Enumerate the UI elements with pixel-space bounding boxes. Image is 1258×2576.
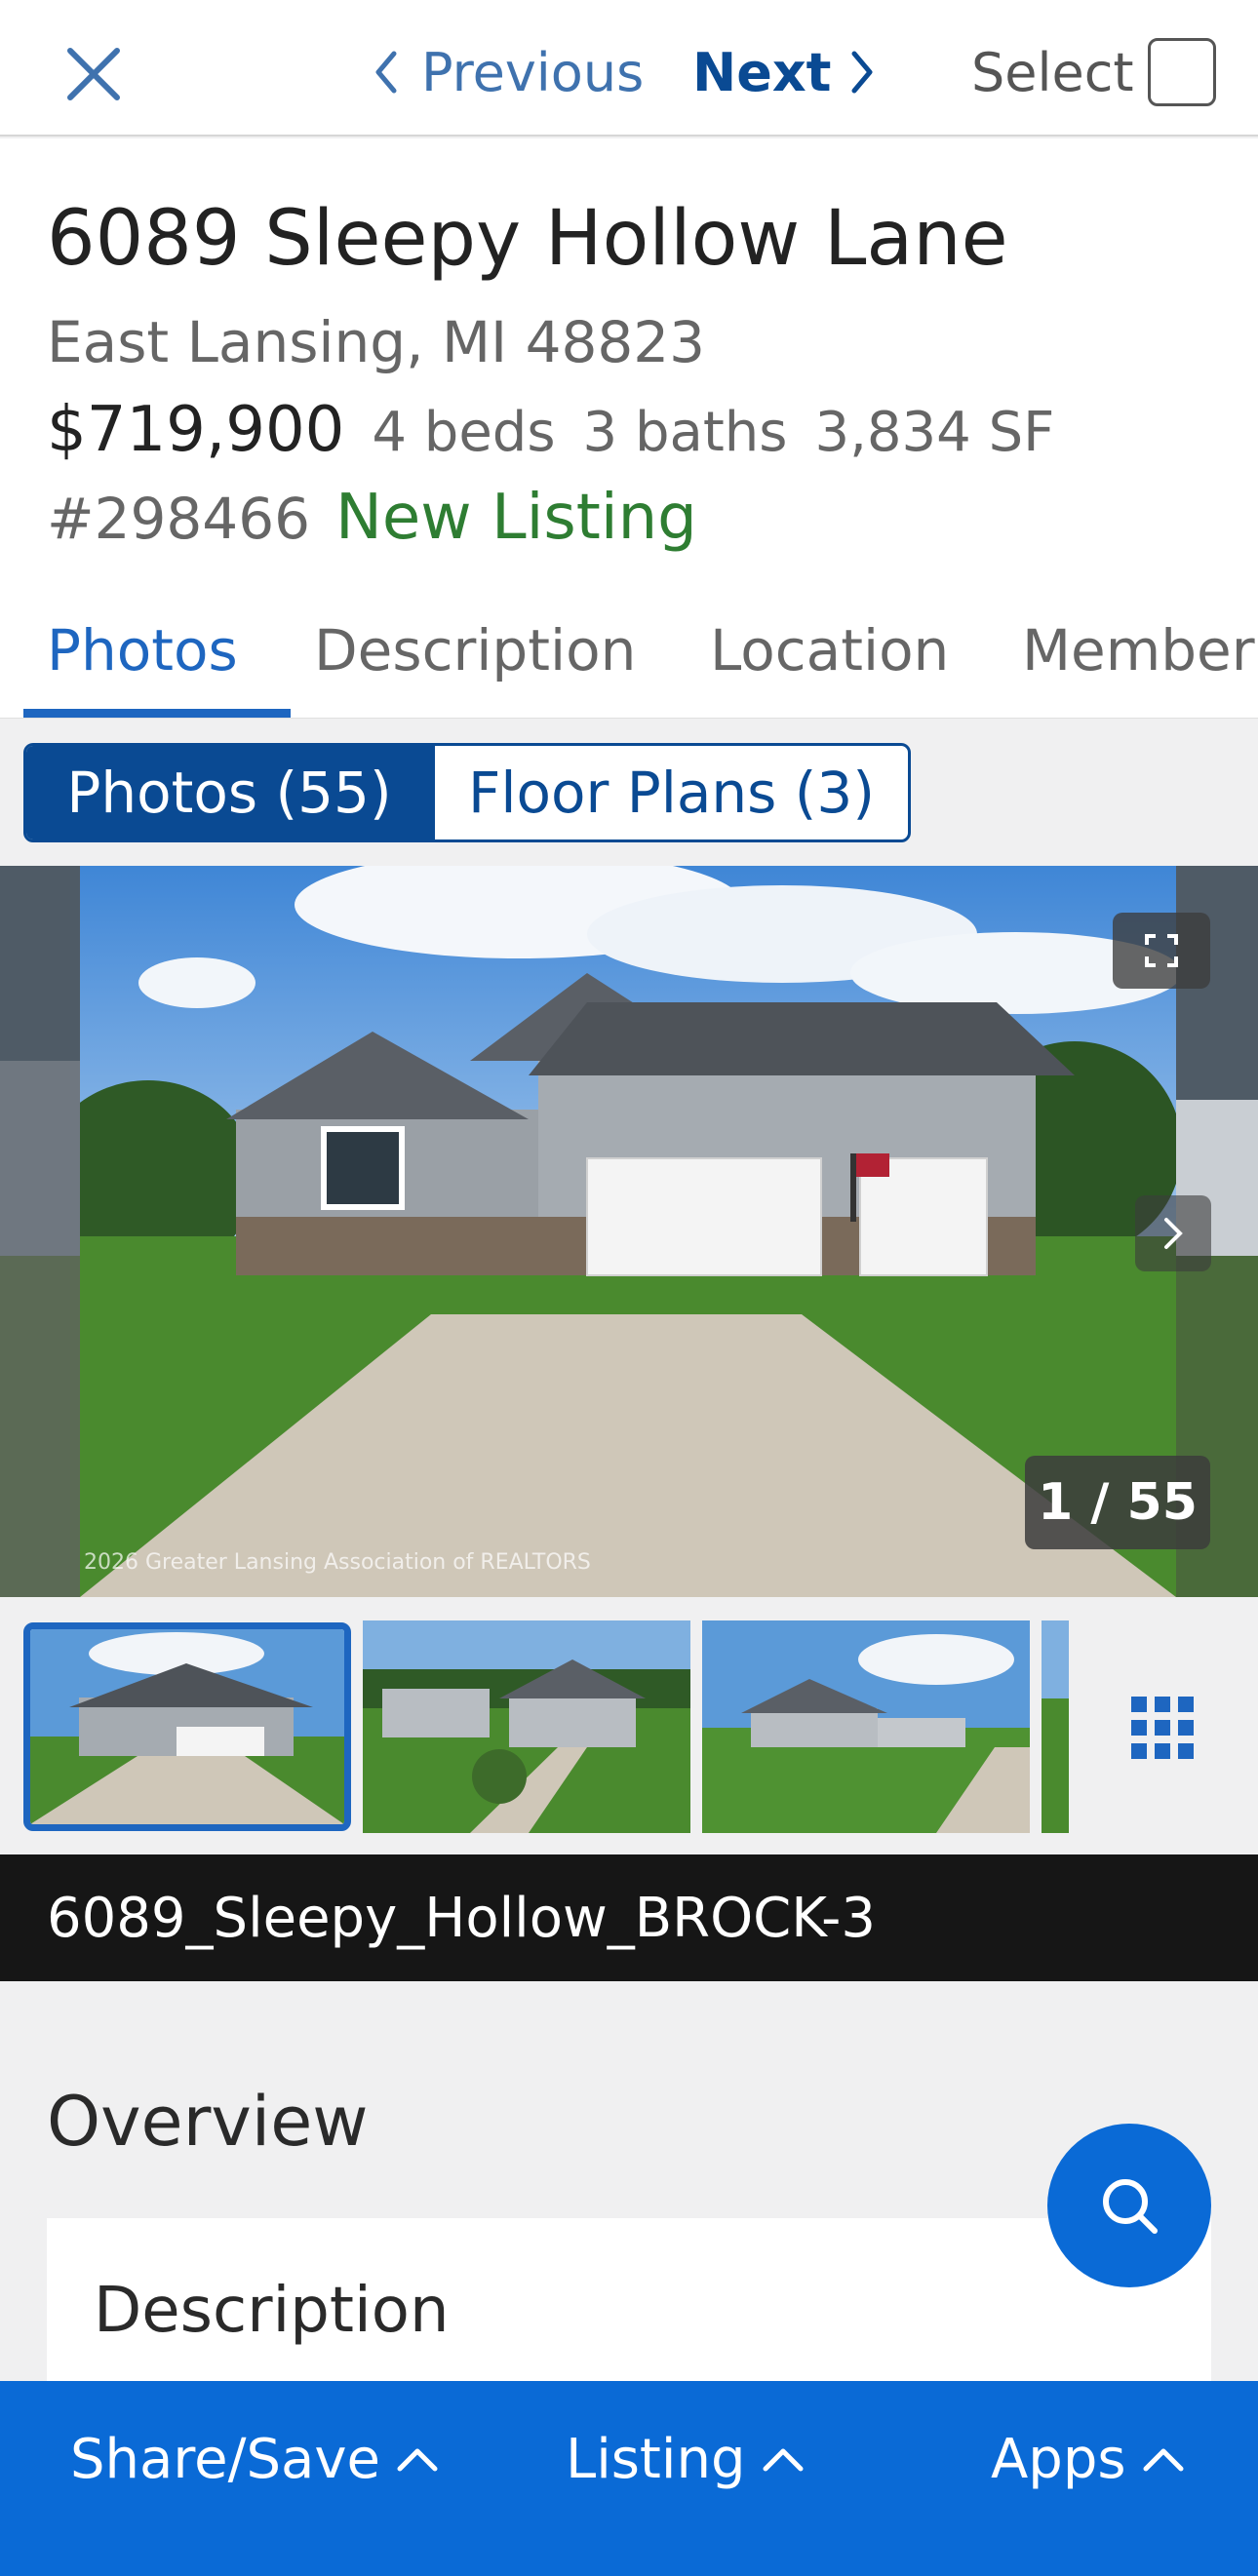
tab-description[interactable]: Description — [314, 582, 636, 719]
listing-menu-button[interactable]: Listing — [566, 2381, 805, 2537]
listing-facts: $719,900 4 beds 3 baths 3,834 SF — [47, 394, 1054, 466]
next-photo-button[interactable] — [1135, 1195, 1211, 1271]
listing-header: 6089 Sleepy Hollow Lane East Lansing, MI… — [0, 138, 1258, 719]
close-icon — [67, 48, 120, 100]
photo-carousel[interactable]: 2026 Greater Lansing Association of REAL… — [0, 866, 1258, 1597]
previous-photo-peek — [0, 866, 80, 1597]
previous-listing-link[interactable]: Previous — [371, 35, 644, 109]
top-nav-bar: Previous Next Select — [0, 0, 1258, 137]
listing-baths: 3 baths — [582, 401, 788, 464]
photo-caption-bar: 6089_Sleepy_Hollow_BROCK-3 — [0, 1854, 1258, 1981]
listing-price: $719,900 — [47, 394, 345, 466]
listing-beds: 4 beds — [372, 401, 556, 464]
listing-sqft: 3,834 SF — [814, 401, 1055, 464]
listing-tabs: Photos Description Location Member — [0, 582, 1258, 719]
apps-menu-button[interactable]: Apps — [991, 2381, 1185, 2537]
tab-location[interactable]: Location — [710, 582, 949, 719]
select-label: Select — [971, 41, 1134, 103]
chevron-up-icon — [1143, 2448, 1184, 2472]
thumbnail-4-peek[interactable] — [1042, 1620, 1069, 1833]
photos-segment-button[interactable]: Photos (55) — [26, 746, 432, 839]
chevron-up-icon — [397, 2448, 438, 2472]
bottom-action-bar: Share/Save Listing Apps — [0, 2381, 1258, 2576]
select-listing-toggle[interactable]: Select — [971, 35, 1216, 109]
photo-counter: 1 / 55 — [1025, 1456, 1210, 1549]
tab-photos[interactable]: Photos — [47, 582, 238, 719]
share-save-menu-button[interactable]: Share/Save — [70, 2381, 439, 2537]
previous-label: Previous — [421, 41, 645, 103]
search-button[interactable] — [1047, 2124, 1211, 2287]
listing-address: 6089 Sleepy Hollow Lane — [47, 195, 1008, 283]
thumbnail-1[interactable] — [23, 1622, 351, 1831]
share-save-label: Share/Save — [70, 2427, 380, 2491]
photo-watermark: 2026 Greater Lansing Association of REAL… — [84, 1550, 591, 1575]
fullscreen-button[interactable] — [1113, 913, 1210, 989]
listing-status-badge: New Listing — [335, 482, 697, 554]
apps-label: Apps — [991, 2427, 1126, 2491]
overview-heading: Overview — [47, 2082, 369, 2162]
listing-status-row: #298466 New Listing — [47, 482, 697, 554]
thumbnail-3[interactable] — [702, 1620, 1030, 1833]
select-checkbox[interactable] — [1147, 38, 1216, 106]
chevron-right-icon — [851, 51, 873, 94]
next-label: Next — [692, 41, 832, 103]
chevron-up-icon — [763, 2448, 803, 2472]
description-heading: Description — [94, 2275, 450, 2347]
photo-thumbnail-strip — [0, 1597, 1258, 1854]
floor-plans-segment-button[interactable]: Floor Plans (3) — [432, 746, 908, 839]
search-icon — [1103, 2179, 1158, 2234]
next-listing-link[interactable]: Next — [692, 35, 878, 109]
listing-mls-number: #298466 — [47, 486, 311, 552]
expand-icon — [1145, 934, 1178, 967]
chevron-right-icon — [1164, 1218, 1183, 1249]
listing-city-state-zip: East Lansing, MI 48823 — [47, 309, 706, 375]
media-type-toggle: Photos (55) Floor Plans (3) — [23, 743, 911, 842]
photo-caption: 6089_Sleepy_Hollow_BROCK-3 — [47, 1886, 876, 1950]
grid-view-icon[interactable] — [1127, 1693, 1198, 1763]
tab-member[interactable]: Member — [1022, 582, 1255, 719]
listing-menu-label: Listing — [566, 2427, 746, 2491]
thumbnail-2[interactable] — [363, 1620, 690, 1833]
chevron-left-icon — [375, 51, 397, 94]
close-button[interactable] — [55, 35, 133, 113]
main-listing-photo[interactable] — [80, 866, 1176, 1597]
active-tab-indicator — [23, 709, 291, 718]
